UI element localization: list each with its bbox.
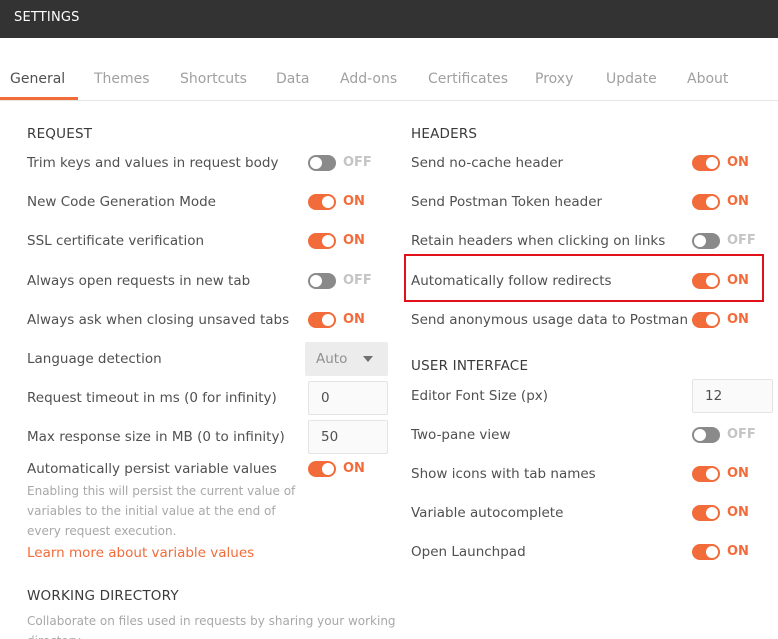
toggle-state: ON xyxy=(343,233,365,248)
variable-autocomplete-label: Variable autocomplete xyxy=(411,505,564,521)
request-heading: REQUEST xyxy=(27,126,93,142)
toggle-state: OFF xyxy=(727,427,756,442)
tab-add-ons[interactable]: Add-ons xyxy=(340,71,397,87)
window-title: SETTINGS xyxy=(14,10,80,25)
learn-more-variables-link[interactable]: Learn more about variable values xyxy=(27,545,254,561)
follow-redirects-toggle[interactable]: ON xyxy=(692,271,776,291)
ssl-verification-label: SSL certificate verification xyxy=(27,233,205,249)
font-size-input[interactable] xyxy=(692,379,773,413)
timeout-label: Request timeout in ms (0 for infinity) xyxy=(27,390,277,406)
trim-keys-toggle[interactable]: OFF xyxy=(308,153,392,173)
tab-general[interactable]: General xyxy=(10,71,65,87)
ssl-verification-toggle[interactable]: ON xyxy=(308,231,392,251)
tab-certificates[interactable]: Certificates xyxy=(428,71,508,87)
ask-closing-toggle[interactable]: ON xyxy=(308,310,392,330)
icons-tab-names-toggle[interactable]: ON xyxy=(692,464,776,484)
tab-proxy[interactable]: Proxy xyxy=(535,71,573,87)
toggle-knob xyxy=(706,314,718,326)
toggle-state: ON xyxy=(727,155,749,170)
retain-headers-toggle[interactable]: OFF xyxy=(692,231,776,251)
new-codegen-toggle[interactable]: ON xyxy=(308,192,392,212)
chevron-down-icon xyxy=(363,356,373,362)
open-launchpad-toggle[interactable]: ON xyxy=(692,542,776,562)
settings-tabs: General Themes Shortcuts Data Add-ons Ce… xyxy=(0,38,778,101)
toggle-state: ON xyxy=(727,466,749,481)
toggle-knob xyxy=(322,463,334,475)
toggle-knob xyxy=(706,507,718,519)
title-bar: SETTINGS xyxy=(0,0,778,38)
retain-headers-label: Retain headers when clicking on links xyxy=(411,233,666,249)
toggle-state: ON xyxy=(727,194,749,209)
language-detection-label: Language detection xyxy=(27,351,162,367)
toggle-state: OFF xyxy=(727,233,756,248)
active-tab-indicator xyxy=(0,97,78,100)
two-pane-toggle[interactable]: OFF xyxy=(692,425,776,445)
timeout-input[interactable] xyxy=(308,381,388,415)
toggle-state: ON xyxy=(727,273,749,288)
toggle-knob xyxy=(694,429,706,441)
postman-token-toggle[interactable]: ON xyxy=(692,192,776,212)
toggle-state: ON xyxy=(727,544,749,559)
tab-data[interactable]: Data xyxy=(276,71,309,87)
toggle-state: ON xyxy=(343,194,365,209)
postman-token-label: Send Postman Token header xyxy=(411,194,603,210)
toggle-knob xyxy=(310,275,322,287)
toggle-knob xyxy=(322,235,334,247)
icons-tab-names-label: Show icons with tab names xyxy=(411,466,596,482)
tab-shortcuts[interactable]: Shortcuts xyxy=(180,71,247,87)
persist-vars-toggle[interactable]: ON xyxy=(308,459,392,479)
working-directory-heading: WORKING DIRECTORY xyxy=(27,588,179,604)
tab-themes[interactable]: Themes xyxy=(94,71,150,87)
toggle-knob xyxy=(706,546,718,558)
persist-vars-hint: Enabling this will persist the current v… xyxy=(27,484,296,538)
max-response-input[interactable] xyxy=(308,420,388,454)
toggle-state: OFF xyxy=(343,273,372,288)
user-interface-heading: USER INTERFACE xyxy=(411,358,529,374)
trim-keys-label: Trim keys and values in request body xyxy=(27,155,279,171)
tab-about[interactable]: About xyxy=(687,71,728,87)
variable-autocomplete-toggle[interactable]: ON xyxy=(692,503,776,523)
two-pane-label: Two-pane view xyxy=(411,427,511,443)
toggle-knob xyxy=(310,157,322,169)
toggle-state: ON xyxy=(343,312,365,327)
language-detection-select[interactable]: Auto xyxy=(305,342,388,376)
anonymous-usage-toggle[interactable]: ON xyxy=(692,310,776,330)
toggle-knob xyxy=(706,196,718,208)
open-new-tab-toggle[interactable]: OFF xyxy=(308,271,392,291)
toggle-knob xyxy=(706,468,718,480)
toggle-knob xyxy=(322,314,334,326)
font-size-label: Editor Font Size (px) xyxy=(411,388,549,404)
toggle-knob xyxy=(706,275,718,287)
max-response-label: Max response size in MB (0 to infinity) xyxy=(27,429,285,445)
anonymous-usage-label: Send anonymous usage data to Postman xyxy=(411,312,689,328)
toggle-state: ON xyxy=(727,312,749,327)
no-cache-toggle[interactable]: ON xyxy=(692,153,776,173)
new-codegen-label: New Code Generation Mode xyxy=(27,194,216,210)
open-new-tab-label: Always open requests in new tab xyxy=(27,273,251,289)
persist-vars-label: Automatically persist variable values xyxy=(27,461,277,477)
working-directory-hint: Collaborate on files used in requests by… xyxy=(27,614,396,639)
toggle-state: OFF xyxy=(343,155,372,170)
open-launchpad-label: Open Launchpad xyxy=(411,544,526,560)
tab-update[interactable]: Update xyxy=(606,71,657,87)
toggle-state: ON xyxy=(343,461,365,476)
headers-heading: HEADERS xyxy=(411,126,478,142)
toggle-knob xyxy=(694,235,706,247)
language-detection-value: Auto xyxy=(316,351,348,367)
toggle-knob xyxy=(706,157,718,169)
toggle-knob xyxy=(322,196,334,208)
follow-redirects-label: Automatically follow redirects xyxy=(411,273,612,289)
toggle-state: ON xyxy=(727,505,749,520)
no-cache-label: Send no-cache header xyxy=(411,155,564,171)
ask-closing-label: Always ask when closing unsaved tabs xyxy=(27,312,290,328)
